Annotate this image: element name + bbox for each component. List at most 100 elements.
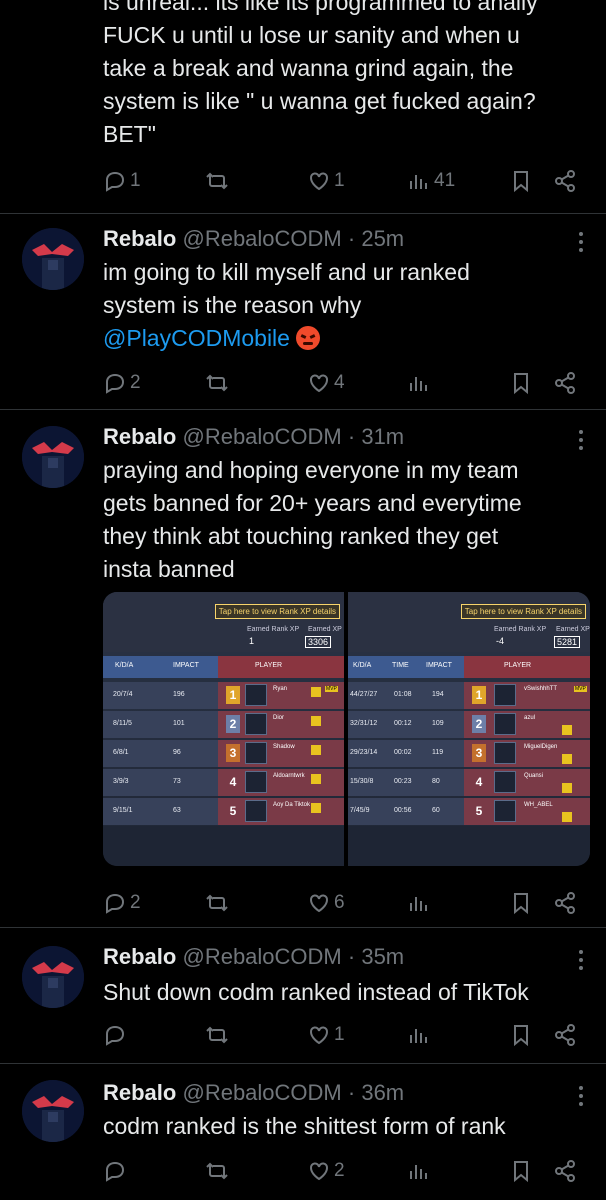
handle[interactable]: @RebaloCODM	[182, 226, 341, 251]
retweet-button[interactable]	[205, 1156, 229, 1186]
retweet-button[interactable]	[205, 1020, 229, 1050]
reply-button[interactable]: 2	[103, 368, 141, 398]
reply-icon	[106, 1025, 125, 1046]
tweet-previous[interactable]: is unreal... its like its programmed to …	[0, 0, 606, 214]
mention-link[interactable]: @PlayCODMobile	[103, 325, 290, 351]
avatar[interactable]	[22, 946, 84, 1008]
reply-icon	[106, 373, 125, 394]
display-name[interactable]: Rebalo	[103, 944, 176, 969]
handle[interactable]: @RebaloCODM	[182, 424, 341, 449]
like-button[interactable]: 6	[307, 888, 345, 918]
views-button[interactable]	[407, 888, 431, 918]
scoreboard-row: 6/8/1 96 3 Shadow	[103, 740, 344, 767]
tweet-text: codm ranked is the shittest form of rank	[103, 1113, 506, 1139]
tweet-actions: 2 4	[103, 368, 583, 398]
views-icon	[410, 897, 427, 911]
angry-face-emoji	[296, 326, 321, 350]
share-icon	[555, 1024, 575, 1046]
share-icon	[555, 372, 575, 394]
retweet-icon	[206, 1162, 228, 1180]
scoreboard-row: 7/45/9 00:56 60 5 WH_ABEL	[348, 798, 590, 825]
reply-button[interactable]	[103, 1156, 127, 1186]
more-options-icon[interactable]	[578, 232, 584, 256]
reply-icon	[106, 893, 125, 914]
share-button[interactable]	[553, 166, 577, 196]
display-name[interactable]: Rebalo	[103, 226, 176, 251]
tweet-text: im going to kill myself and ur ranked sy…	[103, 259, 470, 351]
retweet-icon	[206, 374, 228, 392]
scoreboard-row: 44/27/27 01:08 194 1 vSwishhhTT MVP	[348, 682, 590, 709]
retweet-icon	[206, 894, 228, 912]
timestamp[interactable]: 31m	[361, 424, 404, 449]
heart-icon	[310, 172, 328, 191]
timestamp[interactable]: 35m	[361, 944, 404, 969]
tweet-actions: 2	[103, 1156, 583, 1186]
bookmark-icon	[514, 1161, 528, 1183]
heart-icon	[310, 894, 328, 913]
heart-icon	[310, 1026, 328, 1045]
tweet[interactable]: Rebalo @RebaloCODM · 31m praying and hop…	[0, 410, 606, 928]
timestamp[interactable]: 36m	[361, 1080, 404, 1105]
heart-icon	[310, 374, 328, 393]
retweet-icon	[206, 1026, 228, 1044]
retweet-button[interactable]	[205, 888, 229, 918]
reply-button[interactable]: 2	[103, 888, 141, 918]
reply-button[interactable]: 1	[103, 166, 141, 196]
reply-button[interactable]	[103, 1020, 127, 1050]
scoreboard-image-left[interactable]: Tap here to view Rank XP details Earned …	[103, 592, 344, 866]
tweet-actions: 1 1 41	[103, 166, 583, 196]
bookmark-icon	[514, 373, 528, 395]
more-options-icon[interactable]	[578, 430, 584, 454]
tweet-media[interactable]: Tap here to view Rank XP details Earned …	[103, 592, 590, 866]
bookmark-icon	[514, 893, 528, 915]
display-name[interactable]: Rebalo	[103, 424, 176, 449]
avatar[interactable]	[22, 228, 84, 290]
scoreboard-row: 15/30/8 00:23 80 4 Quansi	[348, 769, 590, 796]
retweet-icon	[206, 172, 228, 190]
scoreboard-image-right[interactable]: Tap here to view Rank XP details Earned …	[348, 592, 590, 866]
like-button[interactable]: 1	[307, 166, 345, 196]
retweet-button[interactable]	[205, 368, 229, 398]
bookmark-button[interactable]	[509, 1020, 533, 1050]
scoreboard-row: 32/31/12 00:12 109 2 azul	[348, 711, 590, 738]
handle[interactable]: @RebaloCODM	[182, 1080, 341, 1105]
like-button[interactable]: 4	[307, 368, 345, 398]
bookmark-button[interactable]	[509, 888, 533, 918]
scoreboard-row: 3/9/3 73 4 Aldoarntwrk	[103, 769, 344, 796]
bookmark-icon	[514, 1025, 528, 1047]
tweet-actions: 2 6	[103, 888, 583, 918]
heart-icon	[310, 1162, 328, 1181]
views-icon	[410, 175, 427, 189]
tweet[interactable]: Rebalo @RebaloCODM · 36m codm ranked is …	[0, 1064, 606, 1200]
tweet[interactable]: Rebalo @RebaloCODM · 35m Shut down codm …	[0, 928, 606, 1064]
reply-icon	[106, 1161, 125, 1182]
bookmark-button[interactable]	[509, 1156, 533, 1186]
views-button[interactable]: 41	[407, 166, 455, 196]
views-button[interactable]	[407, 368, 431, 398]
tweet-text: praying and hoping everyone in my team g…	[103, 457, 522, 582]
display-name[interactable]: Rebalo	[103, 1080, 176, 1105]
share-button[interactable]	[553, 1020, 577, 1050]
like-button[interactable]: 1	[307, 1020, 345, 1050]
bookmark-icon	[514, 171, 528, 193]
avatar[interactable]	[22, 1080, 84, 1142]
share-button[interactable]	[553, 368, 577, 398]
more-options-icon[interactable]	[578, 950, 584, 974]
scoreboard-row: 20/7/4 196 1 Ryan MVP	[103, 682, 344, 709]
avatar[interactable]	[22, 426, 84, 488]
share-button[interactable]	[553, 1156, 577, 1186]
handle[interactable]: @RebaloCODM	[182, 944, 341, 969]
views-button[interactable]	[407, 1020, 431, 1050]
bookmark-button[interactable]	[509, 368, 533, 398]
views-button[interactable]	[407, 1156, 431, 1186]
bookmark-button[interactable]	[509, 166, 533, 196]
views-icon	[410, 377, 427, 391]
tweet-text: Shut down codm ranked instead of TikTok	[103, 979, 529, 1005]
timestamp[interactable]: 25m	[361, 226, 404, 251]
tweet-text: is unreal... its like its programmed to …	[103, 0, 538, 147]
tweet[interactable]: Rebalo @RebaloCODM · 25m im going to kil…	[0, 214, 606, 410]
share-button[interactable]	[553, 888, 577, 918]
retweet-button[interactable]	[205, 166, 229, 196]
like-button[interactable]: 2	[307, 1156, 345, 1186]
more-options-icon[interactable]	[578, 1086, 584, 1110]
